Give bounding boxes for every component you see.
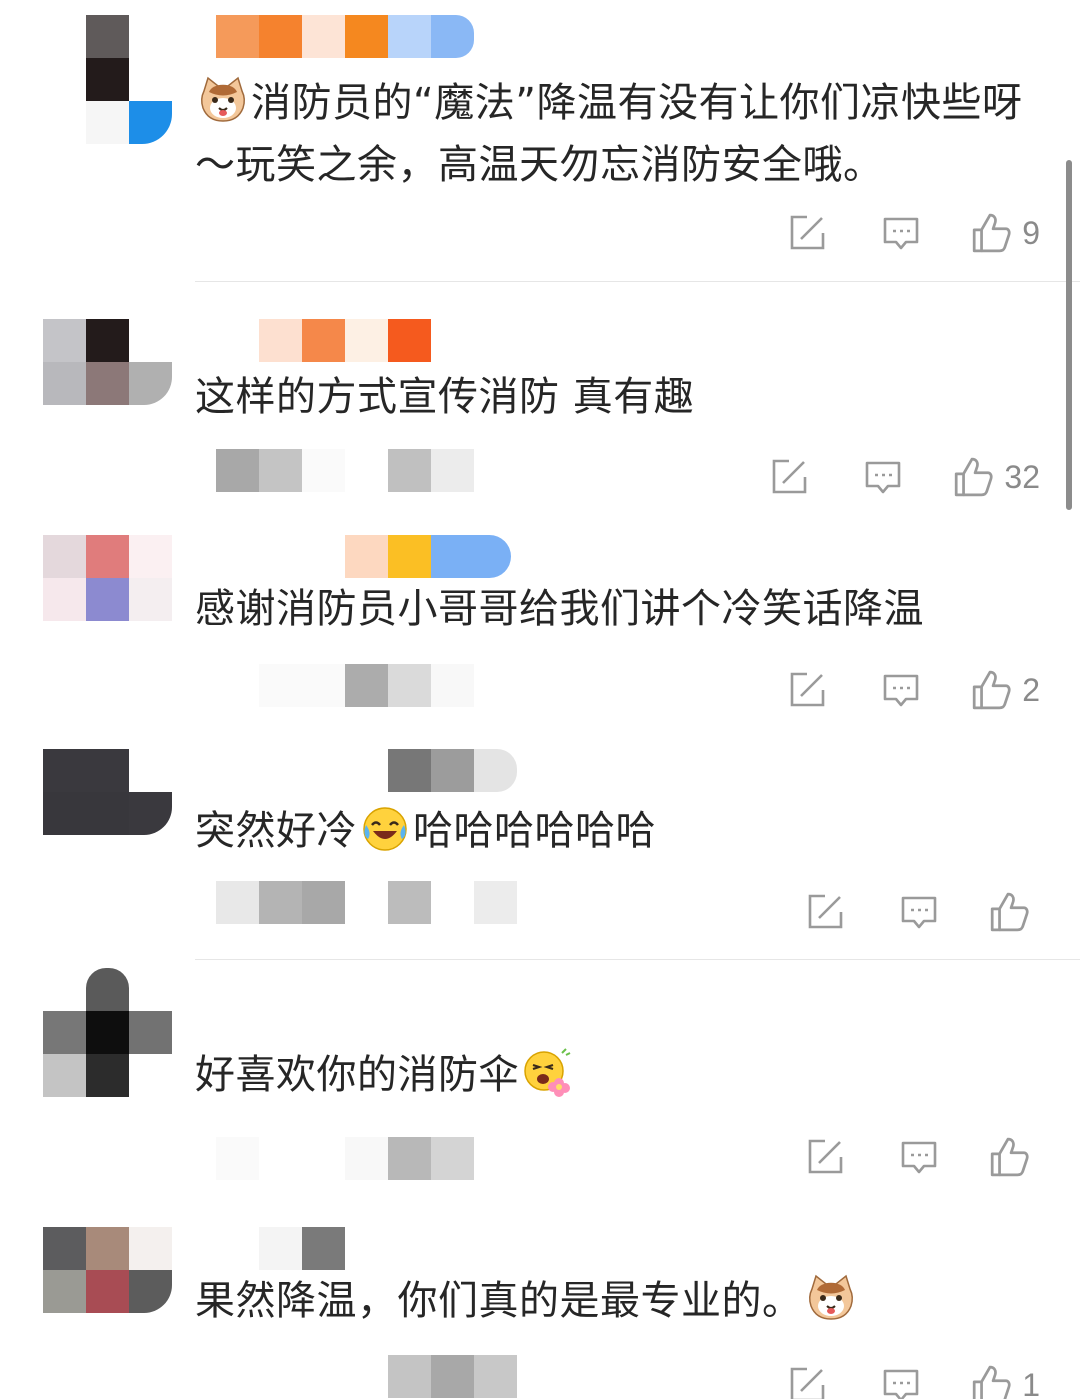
share-icon bbox=[805, 1137, 845, 1177]
comment-item: 突然好冷 哈哈哈哈哈哈 bbox=[0, 734, 1080, 960]
comment-item: 果然降温，你们真的是最专业的。 1 bbox=[0, 1210, 1080, 1399]
share-icon bbox=[787, 670, 827, 710]
comment-icon bbox=[881, 670, 921, 710]
comment-actions: 32 bbox=[720, 452, 1040, 502]
reply-button[interactable] bbox=[894, 1132, 944, 1182]
thumbs-up-icon bbox=[952, 456, 994, 498]
scrollbar[interactable] bbox=[1066, 160, 1072, 510]
comment-actions: 9 bbox=[738, 208, 1040, 258]
comment-text-content: 这样的方式宣传消防 真有趣 bbox=[195, 374, 695, 420]
like-count: 1 bbox=[1022, 1366, 1040, 1399]
share-button[interactable] bbox=[782, 208, 832, 258]
comment-meta bbox=[216, 881, 517, 924]
comment-text: 突然好冷 哈哈哈哈哈哈 bbox=[195, 800, 1025, 862]
reply-button[interactable] bbox=[876, 665, 926, 715]
cat-face-emoji-icon bbox=[198, 75, 248, 125]
share-button[interactable] bbox=[800, 1132, 850, 1182]
username[interactable] bbox=[216, 15, 474, 58]
comment-list: 消防员的“魔法”降温有没有让你们凉快些呀～玩笑之余，高温天勿忘消防安全哦。 9 … bbox=[0, 0, 1080, 1399]
comment-text-content: 好喜欢你的消防伞 bbox=[195, 1052, 519, 1098]
reply-button[interactable] bbox=[876, 1360, 926, 1399]
share-icon bbox=[805, 892, 845, 932]
comment-icon bbox=[881, 213, 921, 253]
avatar[interactable] bbox=[43, 968, 173, 1098]
flower-face-emoji-icon bbox=[522, 1047, 572, 1097]
comment-text: 消防员的“魔法”降温有没有让你们凉快些呀～玩笑之余，高温天勿忘消防安全哦。 bbox=[195, 72, 1025, 196]
reply-button[interactable] bbox=[894, 887, 944, 937]
comment-actions: 2 bbox=[738, 665, 1040, 715]
like-count: 9 bbox=[1022, 214, 1040, 251]
comment-actions: 1 bbox=[738, 1360, 1040, 1399]
comment-icon bbox=[881, 1365, 921, 1399]
share-button[interactable] bbox=[782, 1360, 832, 1399]
comment-text: 这样的方式宣传消防 真有趣 bbox=[195, 366, 1025, 428]
like-count: 32 bbox=[1004, 458, 1040, 495]
username[interactable] bbox=[216, 535, 511, 578]
share-icon bbox=[769, 457, 809, 497]
comment-actions bbox=[756, 1132, 1040, 1182]
comment-text-suffix: 哈哈哈哈哈哈 bbox=[413, 808, 656, 854]
comment-item: 好喜欢你的消防伞 bbox=[0, 960, 1080, 1210]
username[interactable] bbox=[216, 319, 431, 362]
share-button[interactable] bbox=[800, 887, 850, 937]
comment-item: 感谢消防员小哥哥给我们讲个冷笑话降温 2 bbox=[0, 522, 1080, 734]
comment-meta bbox=[216, 664, 474, 707]
comment-text-content: 消防员的“魔法”降温有没有让你们凉快些呀～玩笑之余，高温天勿忘消防安全哦。 bbox=[195, 80, 1023, 188]
avatar[interactable] bbox=[43, 749, 173, 879]
avatar[interactable] bbox=[43, 535, 173, 665]
like-button[interactable] bbox=[988, 1136, 1040, 1178]
share-icon bbox=[787, 213, 827, 253]
username[interactable] bbox=[216, 749, 517, 792]
like-button[interactable]: 9 bbox=[970, 212, 1040, 254]
comment-text-content: 果然降温，你们真的是最专业的。 bbox=[195, 1278, 803, 1324]
like-button[interactable]: 2 bbox=[970, 669, 1040, 711]
comment-icon bbox=[899, 892, 939, 932]
thumbs-up-icon bbox=[988, 1136, 1030, 1178]
avatar[interactable] bbox=[43, 15, 173, 145]
share-button[interactable] bbox=[764, 452, 814, 502]
avatar[interactable] bbox=[43, 319, 173, 449]
like-count: 2 bbox=[1022, 671, 1040, 708]
thumbs-up-icon bbox=[970, 669, 1012, 711]
thumbs-up-icon bbox=[970, 1364, 1012, 1399]
share-icon bbox=[787, 1365, 827, 1399]
reply-button[interactable] bbox=[858, 452, 908, 502]
comment-icon bbox=[863, 457, 903, 497]
like-button[interactable]: 32 bbox=[952, 456, 1040, 498]
like-button[interactable] bbox=[988, 891, 1040, 933]
like-button[interactable]: 1 bbox=[970, 1364, 1040, 1399]
comment-meta bbox=[216, 1355, 517, 1398]
cat-face-emoji-icon bbox=[806, 1273, 856, 1323]
comment-text-content: 感谢消防员小哥哥给我们讲个冷笑话降温 bbox=[195, 586, 924, 632]
comment-meta bbox=[216, 449, 474, 492]
comment-item: 消防员的“魔法”降温有没有让你们凉快些呀～玩笑之余，高温天勿忘消防安全哦。 9 bbox=[0, 0, 1080, 282]
comment-actions bbox=[756, 887, 1040, 937]
thumbs-up-icon bbox=[988, 891, 1030, 933]
comment-meta bbox=[216, 1137, 474, 1180]
username[interactable] bbox=[216, 1227, 345, 1270]
comment-text: 感谢消防员小哥哥给我们讲个冷笑话降温 bbox=[195, 578, 1025, 640]
comment-text: 果然降温，你们真的是最专业的。 bbox=[195, 1270, 1025, 1332]
comment-text: 好喜欢你的消防伞 bbox=[195, 1044, 1025, 1106]
comment-icon bbox=[899, 1137, 939, 1177]
share-button[interactable] bbox=[782, 665, 832, 715]
avatar[interactable] bbox=[43, 1227, 173, 1357]
thumbs-up-icon bbox=[970, 212, 1012, 254]
comment-item: 这样的方式宣传消防 真有趣 32 bbox=[0, 282, 1080, 522]
laughing-crying-emoji-icon bbox=[360, 803, 410, 853]
reply-button[interactable] bbox=[876, 208, 926, 258]
comment-text-content: 突然好冷 bbox=[195, 808, 357, 854]
